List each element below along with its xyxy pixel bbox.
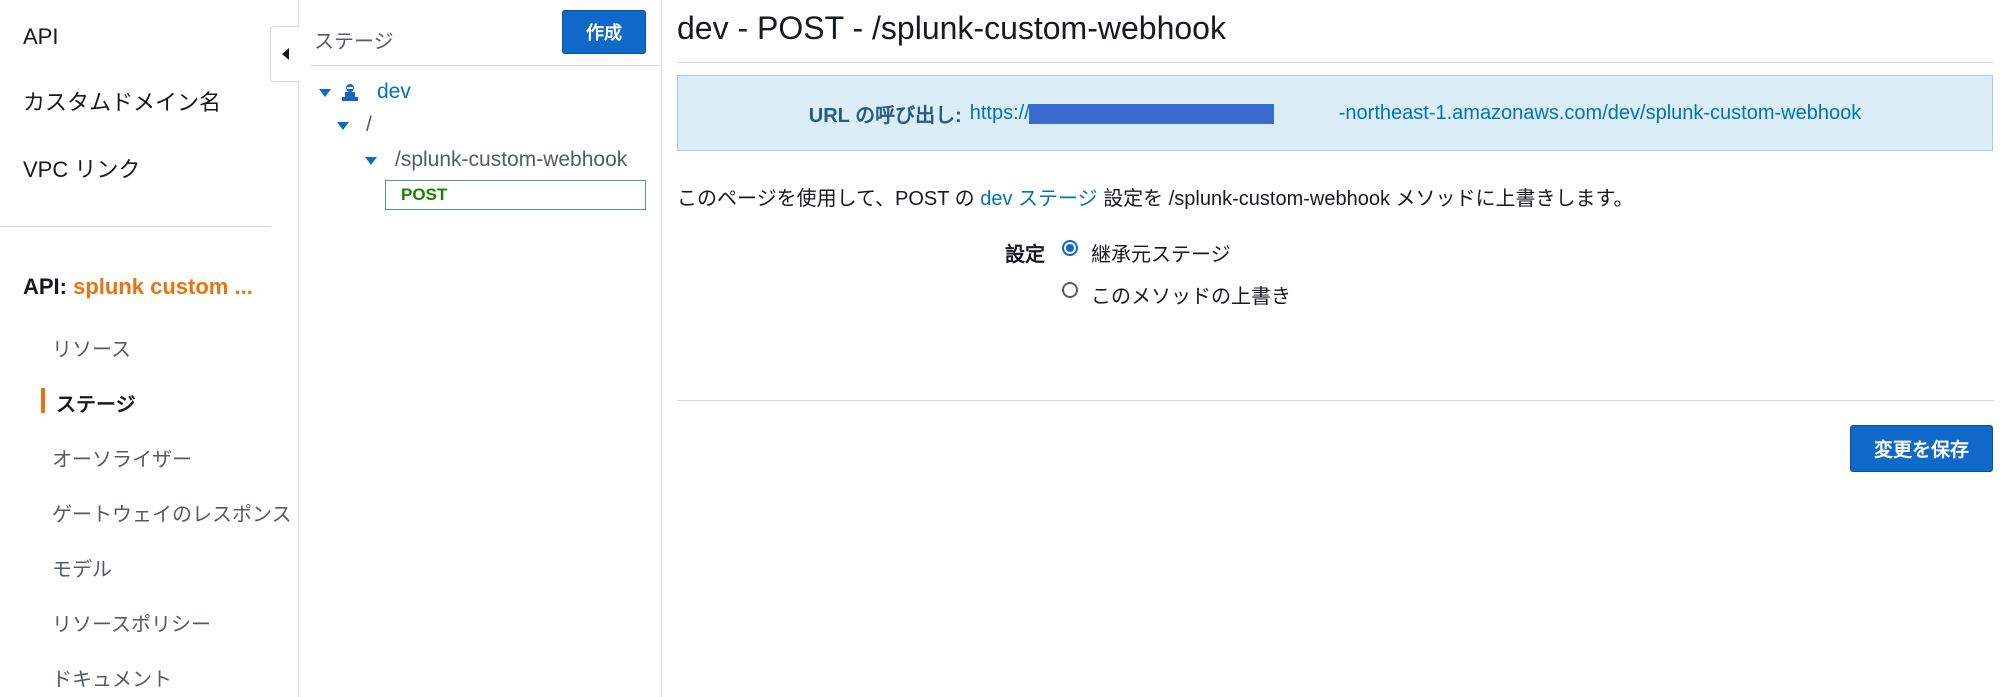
- nav-item-models[interactable]: モデル: [52, 553, 112, 582]
- invoke-url-label: URL の呼び出し:: [808, 104, 962, 127]
- dev-stage-link[interactable]: dev ステージ: [980, 188, 1097, 210]
- tree-resource-root[interactable]: /: [366, 113, 372, 137]
- tree-stage-dev[interactable]: dev: [377, 80, 411, 104]
- description-part2: 設定を /splunk-custom-webhook メソッドに上書きします。: [1103, 188, 1634, 210]
- active-indicator: [41, 388, 45, 413]
- nav-item-gateway-responses[interactable]: ゲートウェイのレスポンス: [52, 498, 292, 527]
- main-content: dev - POST - /splunk-custom-webhook URL …: [677, 0, 1993, 697]
- tree-caret-dev-icon[interactable]: [319, 89, 331, 97]
- title-divider: [677, 62, 1993, 63]
- stage-panel-divider: [310, 65, 660, 66]
- left-navigation: API カスタムドメイン名 VPC リンク API: splunk custom…: [0, 0, 299, 697]
- save-changes-button[interactable]: 変更を保存: [1850, 425, 1993, 472]
- nav-item-resources[interactable]: リソース: [52, 333, 131, 362]
- nav-item-stages[interactable]: ステージ: [56, 388, 136, 417]
- override-method-label[interactable]: このメソッドの上書き: [1091, 280, 1291, 309]
- caret-left-icon: [282, 48, 289, 60]
- api-name[interactable]: splunk custom ...: [73, 274, 253, 299]
- nav-item-documentation[interactable]: ドキュメント: [52, 663, 172, 692]
- nav-divider: [0, 226, 270, 227]
- nav-item-authorizers[interactable]: オーソライザー: [52, 443, 192, 472]
- redaction-block: [1028, 103, 1274, 124]
- invoke-url-info-box: URL の呼び出し: https:// -northeast-1.amazonaw…: [677, 75, 1993, 151]
- stage-panel-title: ステージ: [314, 31, 394, 53]
- nav-item-api[interactable]: API: [23, 24, 58, 50]
- invoke-url-suffix: -northeast-1.amazonaws.com/dev/splunk-cu…: [1338, 101, 1862, 124]
- page-title: dev - POST - /splunk-custom-webhook: [677, 10, 1226, 46]
- stage-icon: [342, 84, 358, 101]
- collapse-nav-button[interactable]: [270, 26, 300, 82]
- description-part1: このページを使用して、POST の: [677, 188, 975, 210]
- settings-label: 設定: [1005, 244, 1045, 266]
- tree-caret-resource-icon[interactable]: [365, 157, 377, 165]
- inherit-from-stage-radio[interactable]: [1062, 240, 1078, 256]
- override-description: このページを使用して、POST の dev ステージ 設定を /splunk-c…: [677, 182, 1634, 211]
- nav-item-resource-policy[interactable]: リソースポリシー: [52, 608, 211, 637]
- inherit-from-stage-label[interactable]: 継承元ステージ: [1091, 238, 1231, 267]
- api-heading-prefix: API:: [23, 274, 67, 299]
- tree-resource-splunk-webhook[interactable]: /splunk-custom-webhook: [395, 148, 627, 172]
- create-stage-button[interactable]: 作成: [562, 10, 646, 54]
- nav-item-vpc-links[interactable]: VPC リンク: [23, 152, 140, 184]
- api-heading: API: splunk custom ...: [23, 274, 253, 300]
- invoke-url-link[interactable]: https:// -northeast-1.amazonaws.com/dev/s…: [969, 101, 1862, 125]
- form-divider: [677, 400, 1993, 401]
- tree-method-post[interactable]: POST: [385, 180, 646, 210]
- invoke-url-prefix: https://: [969, 101, 1030, 124]
- override-method-radio[interactable]: [1062, 282, 1078, 298]
- tree-caret-root-icon[interactable]: [337, 122, 349, 130]
- stage-tree-panel: ステージ 作成 dev / /splunk-custom-webhook POS…: [298, 0, 662, 697]
- nav-item-custom-domain-names[interactable]: カスタムドメイン名: [23, 85, 221, 117]
